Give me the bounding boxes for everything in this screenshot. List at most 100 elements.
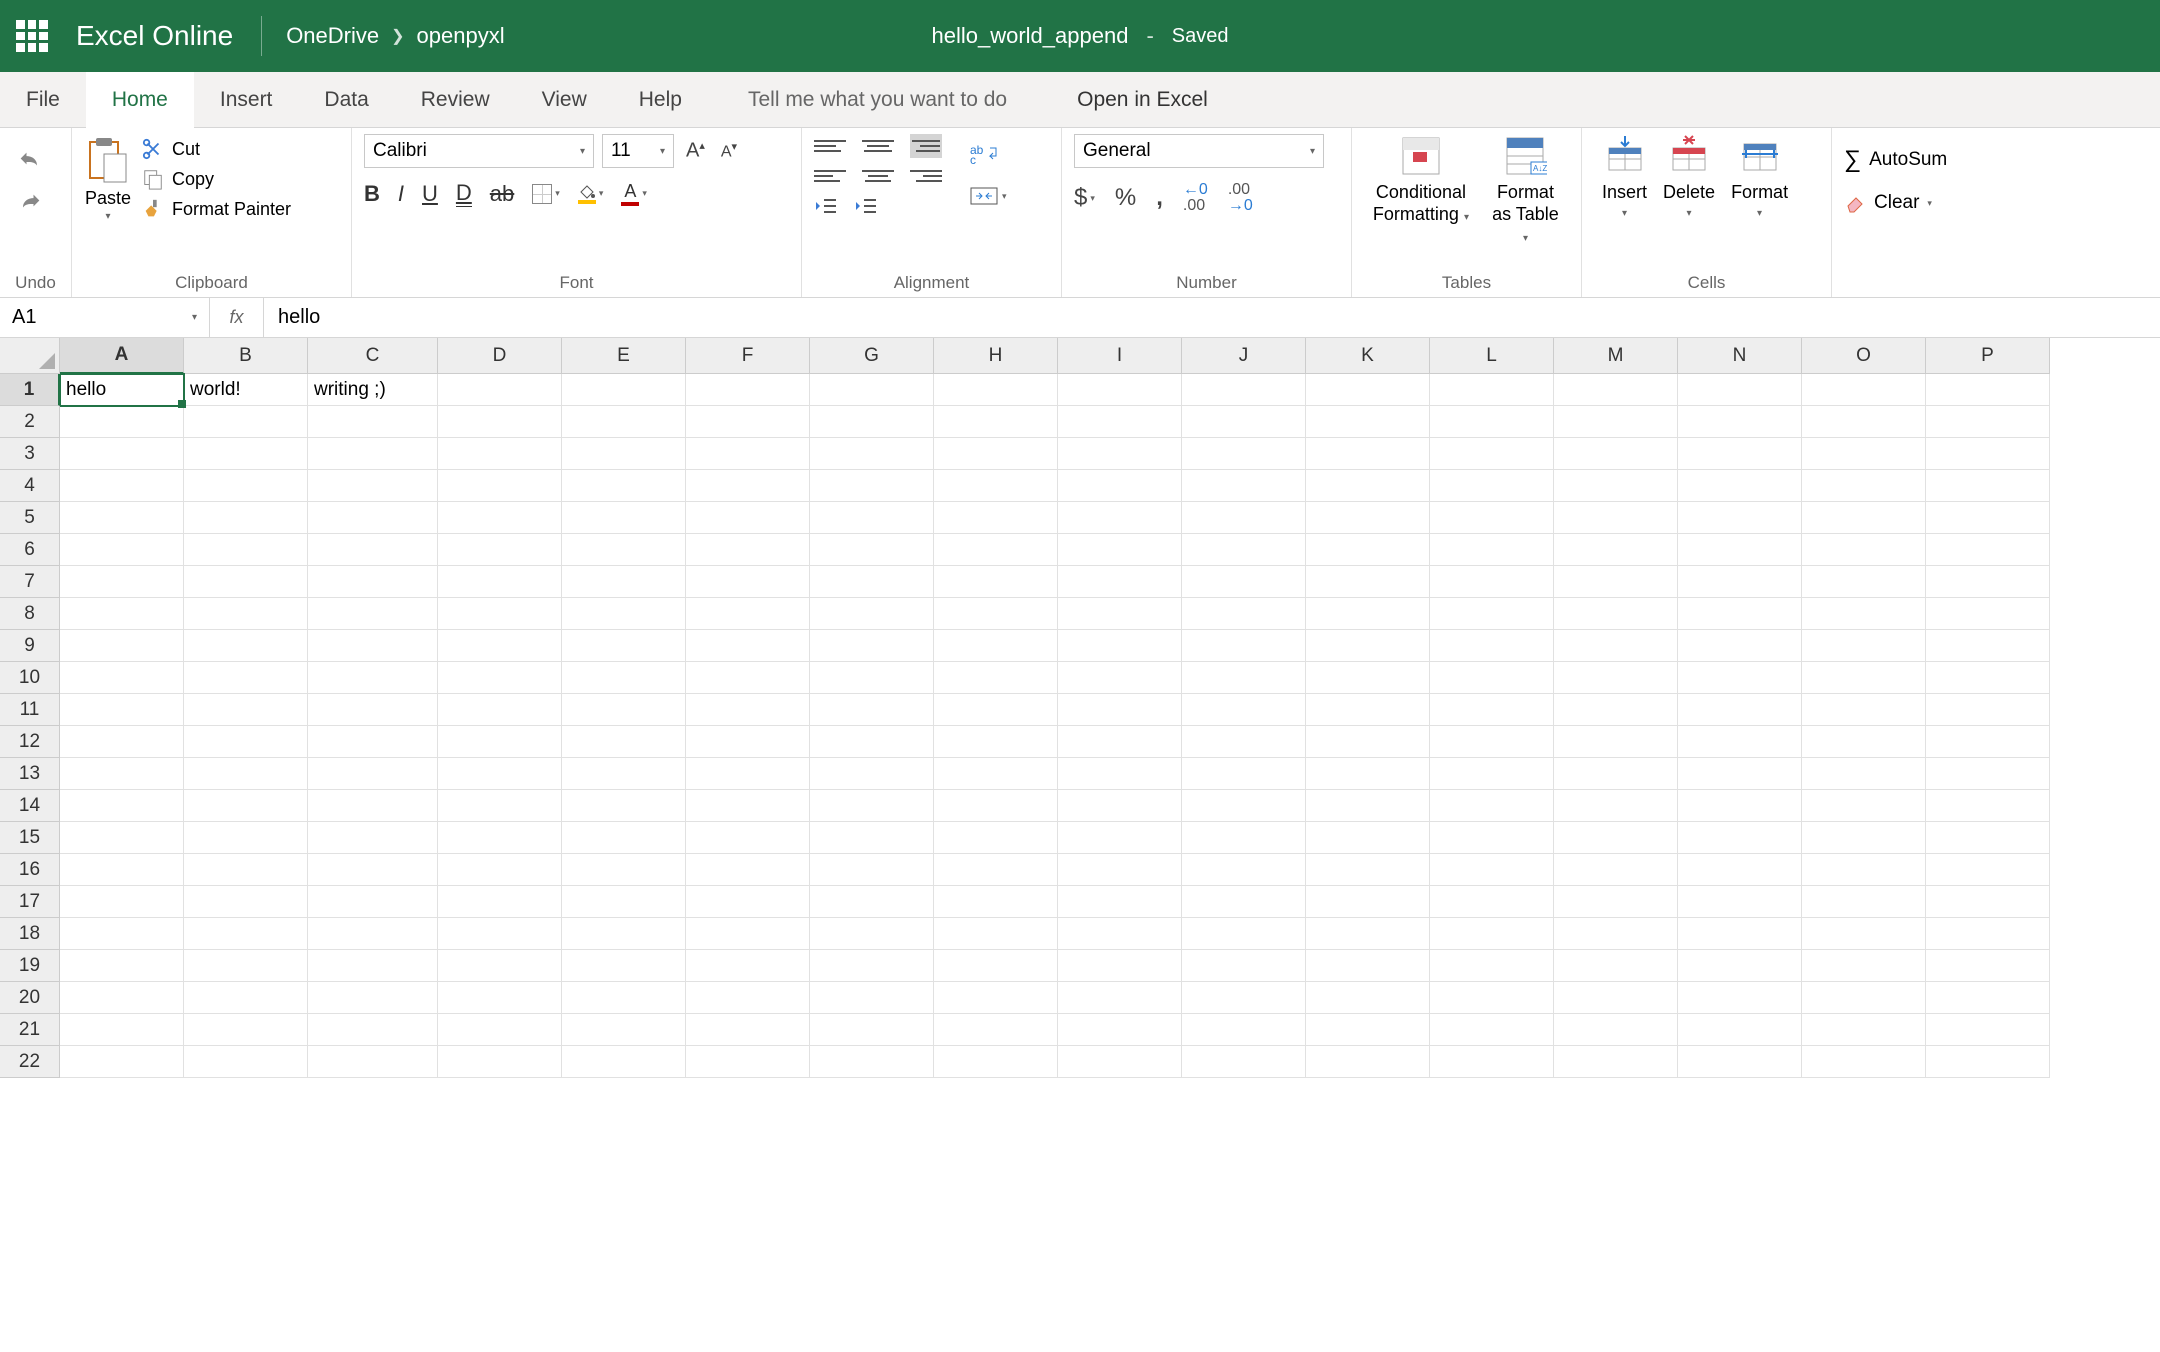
cell-B4[interactable] — [184, 470, 308, 502]
row-header-14[interactable]: 14 — [0, 790, 60, 822]
cell-C13[interactable] — [308, 758, 438, 790]
cell-D5[interactable] — [438, 502, 562, 534]
cell-F1[interactable] — [686, 374, 810, 406]
fx-icon[interactable]: fx — [210, 298, 264, 337]
delete-cells-button[interactable]: Delete ▾ — [1655, 134, 1723, 219]
cell-J10[interactable] — [1182, 662, 1306, 694]
cell-O5[interactable] — [1802, 502, 1926, 534]
cell-D16[interactable] — [438, 854, 562, 886]
cell-L8[interactable] — [1430, 598, 1554, 630]
app-launcher-icon[interactable] — [16, 20, 48, 52]
cell-O14[interactable] — [1802, 790, 1926, 822]
cell-B10[interactable] — [184, 662, 308, 694]
breadcrumb-onedrive[interactable]: OneDrive — [286, 23, 379, 49]
cell-N7[interactable] — [1678, 566, 1802, 598]
cell-O2[interactable] — [1802, 406, 1926, 438]
cell-P13[interactable] — [1926, 758, 2050, 790]
cell-B13[interactable] — [184, 758, 308, 790]
cell-C14[interactable] — [308, 790, 438, 822]
cell-P11[interactable] — [1926, 694, 2050, 726]
cell-N14[interactable] — [1678, 790, 1802, 822]
font-name-combo[interactable]: Calibri▾ — [364, 134, 594, 168]
cell-D15[interactable] — [438, 822, 562, 854]
cell-E12[interactable] — [562, 726, 686, 758]
cell-M16[interactable] — [1554, 854, 1678, 886]
row-header-22[interactable]: 22 — [0, 1046, 60, 1078]
cell-I12[interactable] — [1058, 726, 1182, 758]
cell-H22[interactable] — [934, 1046, 1058, 1078]
column-header-I[interactable]: I — [1058, 338, 1182, 374]
cell-K17[interactable] — [1306, 886, 1430, 918]
cell-I6[interactable] — [1058, 534, 1182, 566]
cell-M19[interactable] — [1554, 950, 1678, 982]
tab-help[interactable]: Help — [613, 72, 708, 127]
cell-K11[interactable] — [1306, 694, 1430, 726]
cell-G13[interactable] — [810, 758, 934, 790]
cell-A5[interactable] — [60, 502, 184, 534]
cell-E10[interactable] — [562, 662, 686, 694]
cell-E1[interactable] — [562, 374, 686, 406]
format-painter-button[interactable]: Format Painter — [142, 198, 291, 220]
cell-F19[interactable] — [686, 950, 810, 982]
row-header-15[interactable]: 15 — [0, 822, 60, 854]
cell-M13[interactable] — [1554, 758, 1678, 790]
cell-O3[interactable] — [1802, 438, 1926, 470]
cell-I20[interactable] — [1058, 982, 1182, 1014]
cell-O19[interactable] — [1802, 950, 1926, 982]
cell-F15[interactable] — [686, 822, 810, 854]
cell-I13[interactable] — [1058, 758, 1182, 790]
cell-H17[interactable] — [934, 886, 1058, 918]
cell-E11[interactable] — [562, 694, 686, 726]
cell-M3[interactable] — [1554, 438, 1678, 470]
shrink-font-button[interactable]: A▾ — [717, 136, 741, 165]
cell-H21[interactable] — [934, 1014, 1058, 1046]
cell-P17[interactable] — [1926, 886, 2050, 918]
cell-L14[interactable] — [1430, 790, 1554, 822]
cell-L9[interactable] — [1430, 630, 1554, 662]
cell-K6[interactable] — [1306, 534, 1430, 566]
cell-P10[interactable] — [1926, 662, 2050, 694]
cell-P9[interactable] — [1926, 630, 2050, 662]
cell-L10[interactable] — [1430, 662, 1554, 694]
cell-I18[interactable] — [1058, 918, 1182, 950]
conditional-formatting-button[interactable]: Conditional Formatting ▾ — [1364, 134, 1478, 225]
cell-L15[interactable] — [1430, 822, 1554, 854]
cell-B1[interactable]: world! — [184, 374, 308, 406]
cell-M17[interactable] — [1554, 886, 1678, 918]
cell-N17[interactable] — [1678, 886, 1802, 918]
cell-P16[interactable] — [1926, 854, 2050, 886]
cell-O9[interactable] — [1802, 630, 1926, 662]
cell-N5[interactable] — [1678, 502, 1802, 534]
cell-K15[interactable] — [1306, 822, 1430, 854]
row-header-5[interactable]: 5 — [0, 502, 60, 534]
cell-I4[interactable] — [1058, 470, 1182, 502]
cell-K19[interactable] — [1306, 950, 1430, 982]
cell-K21[interactable] — [1306, 1014, 1430, 1046]
cell-N13[interactable] — [1678, 758, 1802, 790]
cell-K9[interactable] — [1306, 630, 1430, 662]
cell-A17[interactable] — [60, 886, 184, 918]
cell-M4[interactable] — [1554, 470, 1678, 502]
cell-H5[interactable] — [934, 502, 1058, 534]
fill-color-button[interactable]: ▾ — [578, 184, 604, 204]
cell-L21[interactable] — [1430, 1014, 1554, 1046]
cell-A4[interactable] — [60, 470, 184, 502]
column-header-L[interactable]: L — [1430, 338, 1554, 374]
cell-I22[interactable] — [1058, 1046, 1182, 1078]
cell-P21[interactable] — [1926, 1014, 2050, 1046]
cell-G22[interactable] — [810, 1046, 934, 1078]
cell-F16[interactable] — [686, 854, 810, 886]
row-header-16[interactable]: 16 — [0, 854, 60, 886]
cell-A8[interactable] — [60, 598, 184, 630]
cell-M12[interactable] — [1554, 726, 1678, 758]
format-as-table-button[interactable]: A↓Z Format as Table ▾ — [1482, 134, 1569, 247]
cell-B5[interactable] — [184, 502, 308, 534]
cell-C11[interactable] — [308, 694, 438, 726]
cell-N22[interactable] — [1678, 1046, 1802, 1078]
cell-C1[interactable]: writing ;) — [308, 374, 438, 406]
cell-G11[interactable] — [810, 694, 934, 726]
cell-B12[interactable] — [184, 726, 308, 758]
cell-M22[interactable] — [1554, 1046, 1678, 1078]
row-header-13[interactable]: 13 — [0, 758, 60, 790]
cell-D2[interactable] — [438, 406, 562, 438]
